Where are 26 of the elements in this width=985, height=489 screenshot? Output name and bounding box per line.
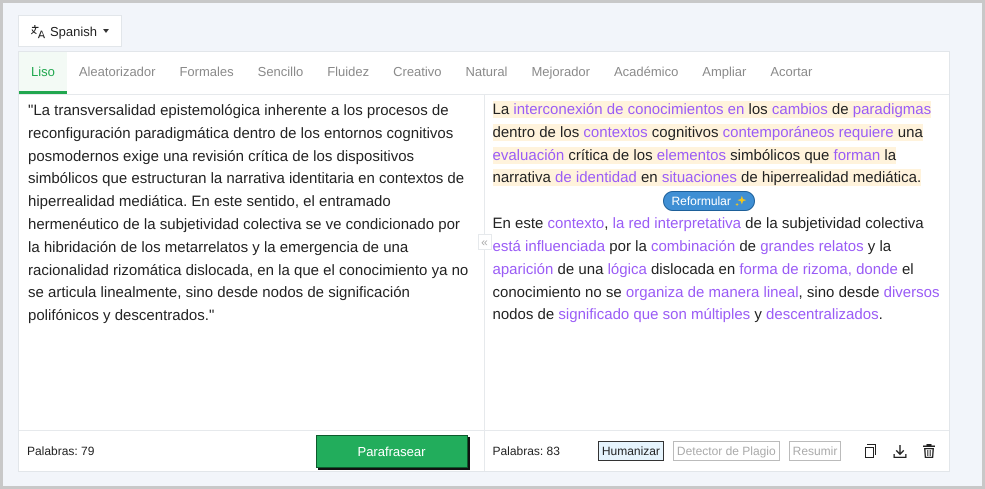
mode-tab[interactable]: Liso — [19, 52, 67, 94]
mode-tab[interactable]: Formales — [167, 52, 246, 94]
word-count: Palabras: 79 — [27, 444, 94, 458]
mode-tab[interactable]: Natural — [454, 52, 520, 94]
rephrase-tooltip[interactable]: Reformular — [662, 191, 755, 212]
action-button[interactable]: Humanizar — [598, 441, 664, 461]
mode-tab[interactable]: Aleatorizador — [66, 52, 168, 94]
mode-tab[interactable]: Académico — [602, 52, 690, 94]
trash-icon[interactable] — [921, 443, 937, 459]
translate-icon — [31, 24, 46, 38]
word-count: Palabras: 83 — [492, 444, 560, 458]
collapse-button[interactable]: « — [478, 234, 492, 250]
mode-tab[interactable]: Ampliar — [690, 52, 758, 94]
mode-tab[interactable]: Fluidez — [315, 52, 382, 94]
action-button[interactable]: Detector de Plagio — [672, 441, 780, 461]
paraphrase-button[interactable]: Parafrasear — [316, 434, 468, 468]
copy-icon[interactable] — [863, 443, 879, 459]
language-dropdown[interactable]: Spanish — [18, 15, 122, 47]
mode-tab[interactable]: Sencillo — [246, 52, 316, 94]
mode-tab[interactable]: Acortar — [758, 52, 824, 94]
action-button[interactable]: Resumir — [788, 441, 842, 461]
mode-tab[interactable]: Mejorador — [519, 52, 602, 94]
download-icon[interactable] — [892, 443, 908, 459]
output-text: La interconexión de conocimientos en los cambios de paradigmas dentro de los contextos cognitivos contemporáneos requiere una evaluación crítica de los elementos simbólicos que forman la narrativa de identidad en situaciones de hiperrealidad mediática. Reformular En este contexto, la red interpretativa de la subjetividad colectiva está influenciada por la combinación de grandes relatos y la aparición de una lógica dislocada en forma de rizoma, donde el conocimiento no se organiza de manera lineal, sino desde diversos nodos de significado que son múltiples y descentralizados. — [492, 100, 940, 326]
sparkle-icon — [734, 194, 748, 208]
mode-tab[interactable]: Creativo — [381, 52, 454, 94]
